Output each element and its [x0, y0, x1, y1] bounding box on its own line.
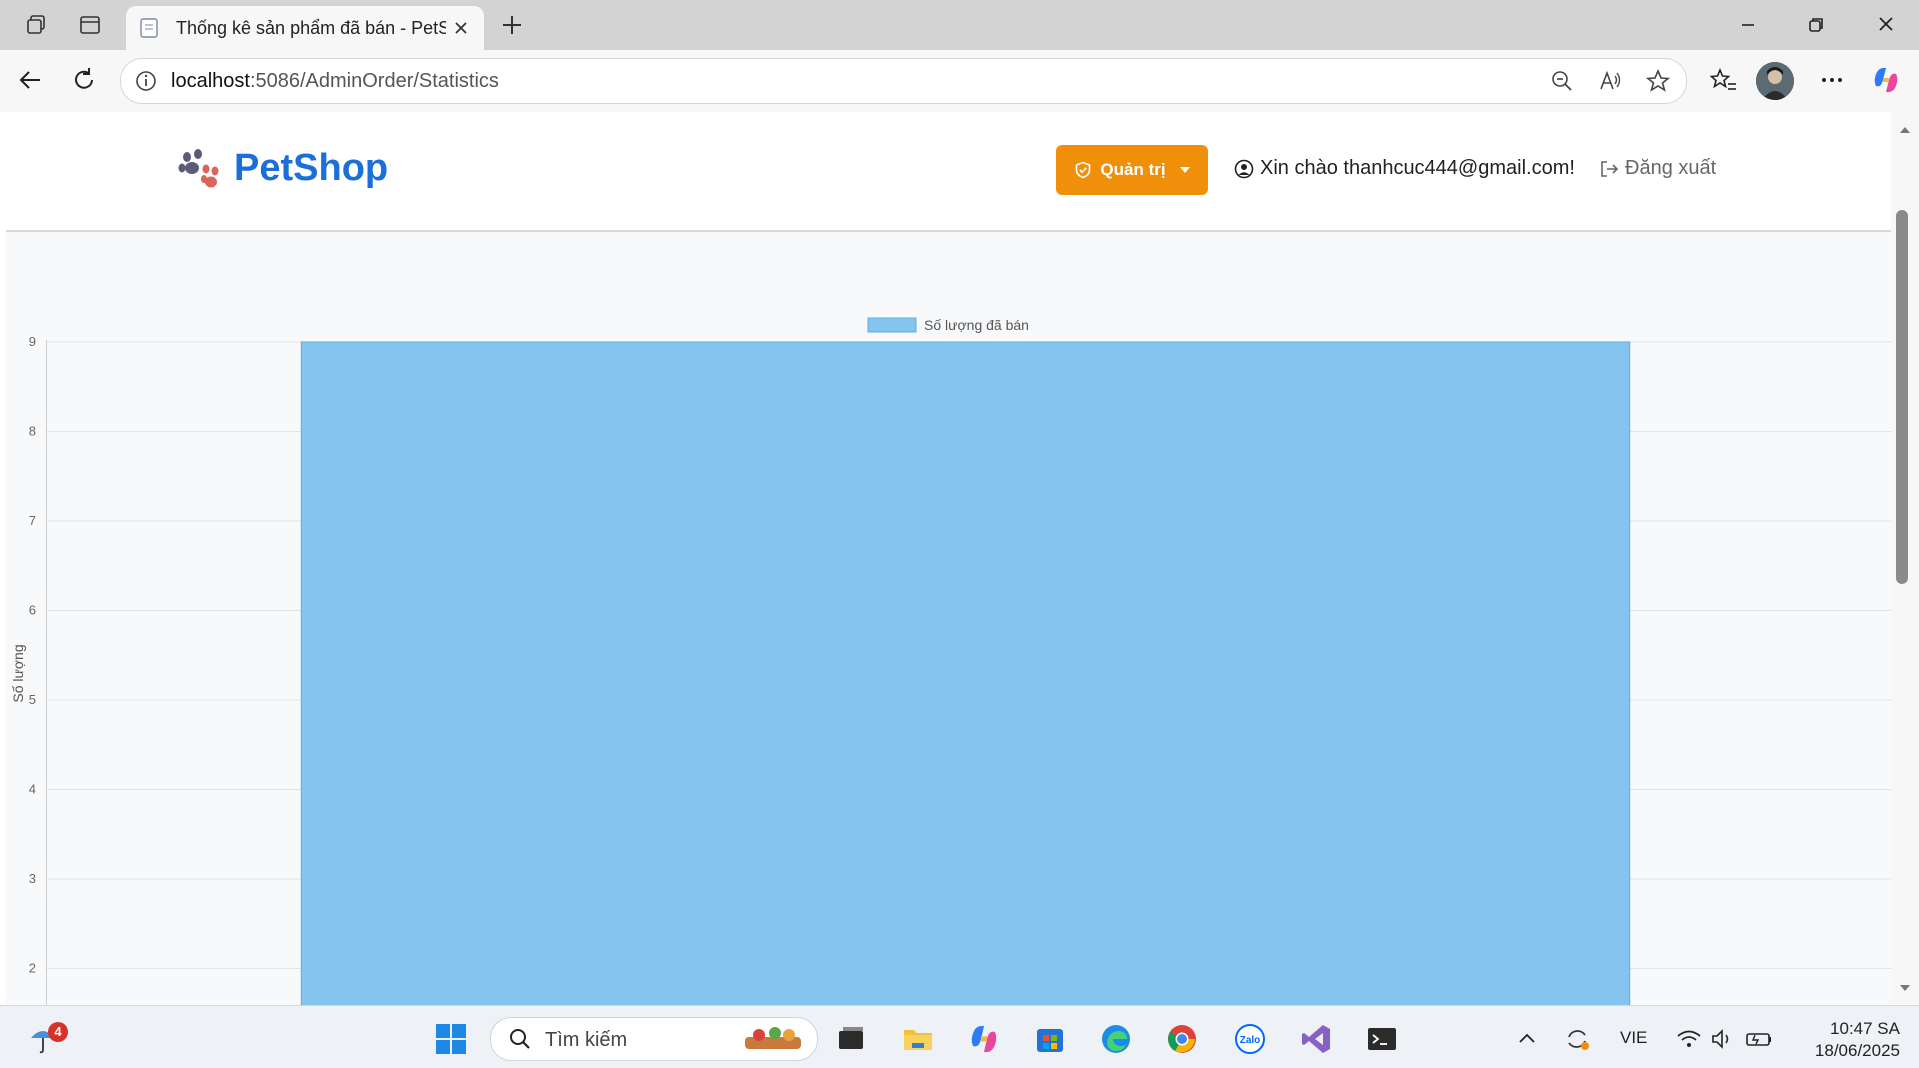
system-clock[interactable]: 10:47 SA 18/06/2025	[1790, 1018, 1900, 1062]
logout-text: Đăng xuất	[1625, 157, 1717, 179]
admin-dropdown-button[interactable]: Quản trị	[1056, 145, 1208, 195]
bar	[300, 341, 1631, 1005]
page-viewport: PetShop Quản trị Xin chào thanhcuc444@gm…	[0, 112, 1919, 1005]
y-tick-label: 2	[29, 961, 36, 976]
scrollbar-thumb[interactable]	[1896, 210, 1908, 584]
volume-icon[interactable]	[1706, 1022, 1740, 1056]
refresh-icon[interactable]	[68, 64, 100, 96]
windows-start-icon[interactable]	[434, 1022, 468, 1056]
chart-area: 123456789Số lượng đã bánSố lượng	[6, 232, 1891, 1005]
tab-title: Thống kê sản phẩm đã bán - PetS	[176, 18, 446, 38]
site-info-icon[interactable]	[133, 68, 159, 94]
favorite-star-icon[interactable]	[1645, 68, 1671, 94]
visual-studio-icon[interactable]	[1299, 1022, 1333, 1056]
logo-text: PetShop	[234, 147, 389, 189]
copilot-app-icon[interactable]	[967, 1022, 1001, 1056]
chevron-up-icon[interactable]	[1510, 1022, 1544, 1056]
browser-tab-bar: Thống kê sản phẩm đã bán - PetS	[0, 0, 1919, 50]
browser-tab-active[interactable]: Thống kê sản phẩm đã bán - PetS	[126, 6, 484, 50]
svg-text:Zalo: Zalo	[1240, 1035, 1261, 1046]
search-placeholder: Tìm kiếm	[545, 1029, 628, 1051]
y-axis-title: Số lượng	[10, 644, 26, 702]
clock-time: 10:47 SA	[1830, 1019, 1900, 1038]
workspaces-icon[interactable]	[22, 12, 50, 38]
battery-icon[interactable]	[1742, 1022, 1776, 1056]
shield-icon	[1076, 161, 1091, 179]
site-logo[interactable]: PetShop	[176, 147, 388, 190]
wifi-icon[interactable]	[1672, 1022, 1706, 1056]
user-greeting: Xin chào thanhcuc444@gmail.com!	[1234, 157, 1575, 180]
y-tick-label: 6	[29, 603, 36, 618]
url-text[interactable]: localhost:5086/AdminOrder/Statistics	[171, 70, 499, 93]
notification-badge: 4	[48, 1022, 68, 1042]
url-host: localhost	[171, 70, 250, 92]
y-tick-label: 4	[29, 782, 36, 797]
new-tab-icon[interactable]	[498, 11, 526, 39]
zalo-icon[interactable]: Zalo	[1233, 1022, 1267, 1056]
y-tick-label: 9	[29, 334, 36, 349]
chrome-icon[interactable]	[1165, 1022, 1199, 1056]
more-options-icon[interactable]	[1816, 64, 1848, 96]
back-arrow-icon[interactable]	[14, 64, 46, 96]
sync-icon[interactable]	[1560, 1022, 1594, 1056]
legend-label: Số lượng đã bán	[924, 317, 1029, 333]
windows-taskbar: 4 Tìm kiếm Zalo VIE 10:47 SA 18/06/2025	[0, 1005, 1919, 1068]
task-view-icon[interactable]	[834, 1022, 868, 1056]
zoom-out-icon[interactable]	[1549, 68, 1575, 94]
input-language[interactable]: VIE	[1620, 1028, 1647, 1048]
user-circle-icon	[1234, 159, 1254, 178]
greeting-text: Xin chào thanhcuc444@gmail.com!	[1260, 157, 1575, 179]
paw-icon	[178, 148, 219, 187]
favorites-icon[interactable]	[1708, 64, 1740, 96]
page-favicon-icon	[140, 18, 158, 38]
terminal-icon[interactable]	[1365, 1022, 1399, 1056]
sales-bar-chart: 123456789Số lượng đã bánSố lượng	[10, 317, 1891, 1005]
clock-date: 18/06/2025	[1814, 1041, 1900, 1060]
site-header: PetShop Quản trị Xin chào thanhcuc444@gm…	[6, 112, 1891, 232]
restore-icon[interactable]	[1802, 12, 1830, 38]
search-icon	[510, 1029, 530, 1049]
admin-button-label: Quản trị	[1100, 160, 1166, 179]
address-bar[interactable]: localhost:5086/AdminOrder/Statistics	[120, 58, 1687, 104]
taskbar-search[interactable]: Tìm kiếm	[490, 1017, 818, 1061]
edge-browser-icon[interactable]	[1099, 1022, 1133, 1056]
search-highlight-icon	[745, 1027, 801, 1049]
profile-avatar[interactable]	[1756, 62, 1794, 100]
url-path: :5086/AdminOrder/Statistics	[249, 70, 499, 92]
minimize-icon[interactable]	[1734, 12, 1762, 38]
logout-icon	[1601, 160, 1619, 177]
y-tick-label: 8	[29, 424, 36, 439]
page-content: PetShop Quản trị Xin chào thanhcuc444@gm…	[6, 112, 1891, 1005]
close-tab-icon[interactable]	[450, 17, 472, 39]
file-explorer-icon[interactable]	[901, 1022, 935, 1056]
copilot-icon[interactable]	[1870, 64, 1902, 96]
y-tick-label: 3	[29, 871, 36, 886]
scroll-up-icon[interactable]	[1900, 127, 1910, 133]
browser-toolbar: localhost:5086/AdminOrder/Statistics	[0, 50, 1919, 112]
read-aloud-icon[interactable]	[1597, 68, 1623, 94]
scroll-down-icon[interactable]	[1900, 985, 1910, 991]
legend-swatch	[867, 317, 917, 333]
vertical-tabs-icon[interactable]	[76, 12, 104, 38]
microsoft-store-icon[interactable]	[1033, 1022, 1067, 1056]
close-window-icon[interactable]	[1872, 12, 1900, 38]
y-tick-label: 7	[29, 513, 36, 528]
caret-down-icon	[1179, 167, 1190, 173]
y-tick-label: 5	[29, 692, 36, 707]
logout-link[interactable]: Đăng xuất	[1599, 157, 1716, 180]
